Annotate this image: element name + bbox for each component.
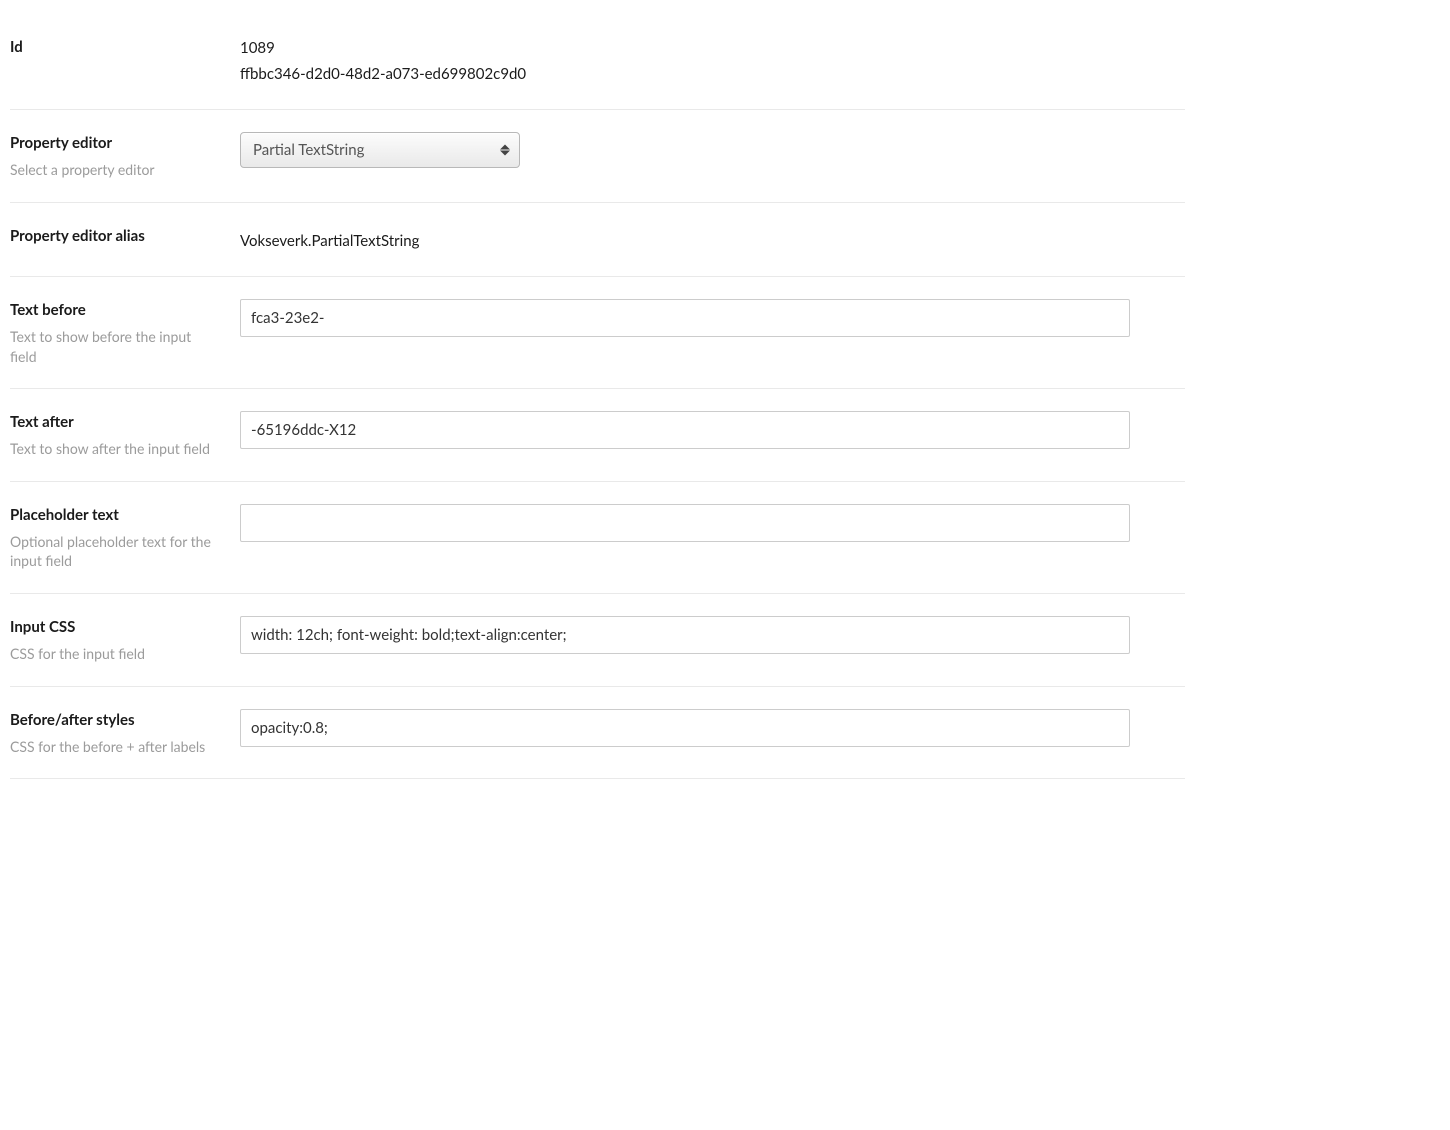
row-id: Id 1089 ffbbc346-d2d0-48d2-a073-ed699802… [10, 10, 1185, 110]
label-text-before: Text before [10, 299, 220, 319]
label-text-after: Text after [10, 411, 220, 431]
value-id: 1089 ffbbc346-d2d0-48d2-a073-ed699802c9d… [240, 32, 1185, 87]
placeholder-text-input[interactable] [240, 504, 1130, 542]
row-before-after-styles: Before/after styles CSS for the before +… [10, 687, 1185, 780]
row-property-editor: Property editor Select a property editor… [10, 110, 1185, 203]
label-input-css: Input CSS [10, 616, 220, 636]
row-text-before: Text before Text to show before the inpu… [10, 277, 1185, 389]
desc-input-css: CSS for the input field [10, 644, 220, 664]
label-property-editor: Property editor [10, 132, 220, 152]
row-text-after: Text after Text to show after the input … [10, 389, 1185, 482]
text-before-input[interactable] [240, 299, 1130, 337]
id-guid: ffbbc346-d2d0-48d2-a073-ed699802c9d0 [240, 62, 1185, 88]
row-placeholder-text: Placeholder text Optional placeholder te… [10, 482, 1185, 594]
text-after-input[interactable] [240, 411, 1130, 449]
property-editor-select[interactable]: Partial TextString [240, 132, 520, 168]
value-property-editor-alias: Vokseverk.PartialTextString [240, 225, 1185, 255]
label-id: Id [10, 32, 220, 56]
row-property-editor-alias: Property editor alias Vokseverk.PartialT… [10, 203, 1185, 278]
desc-text-before: Text to show before the input field [10, 327, 220, 366]
desc-text-after: Text to show after the input field [10, 439, 220, 459]
property-editor-selected: Partial TextString [253, 141, 364, 159]
label-before-after-styles: Before/after styles [10, 709, 220, 729]
label-property-editor-alias: Property editor alias [10, 225, 220, 245]
label-placeholder-text: Placeholder text [10, 504, 220, 524]
row-input-css: Input CSS CSS for the input field [10, 594, 1185, 687]
desc-placeholder-text: Optional placeholder text for the input … [10, 532, 220, 571]
id-numeric: 1089 [240, 36, 1185, 62]
desc-before-after-styles: CSS for the before + after labels [10, 737, 220, 757]
before-after-styles-input[interactable] [240, 709, 1130, 747]
input-css-input[interactable] [240, 616, 1130, 654]
desc-property-editor: Select a property editor [10, 160, 220, 180]
